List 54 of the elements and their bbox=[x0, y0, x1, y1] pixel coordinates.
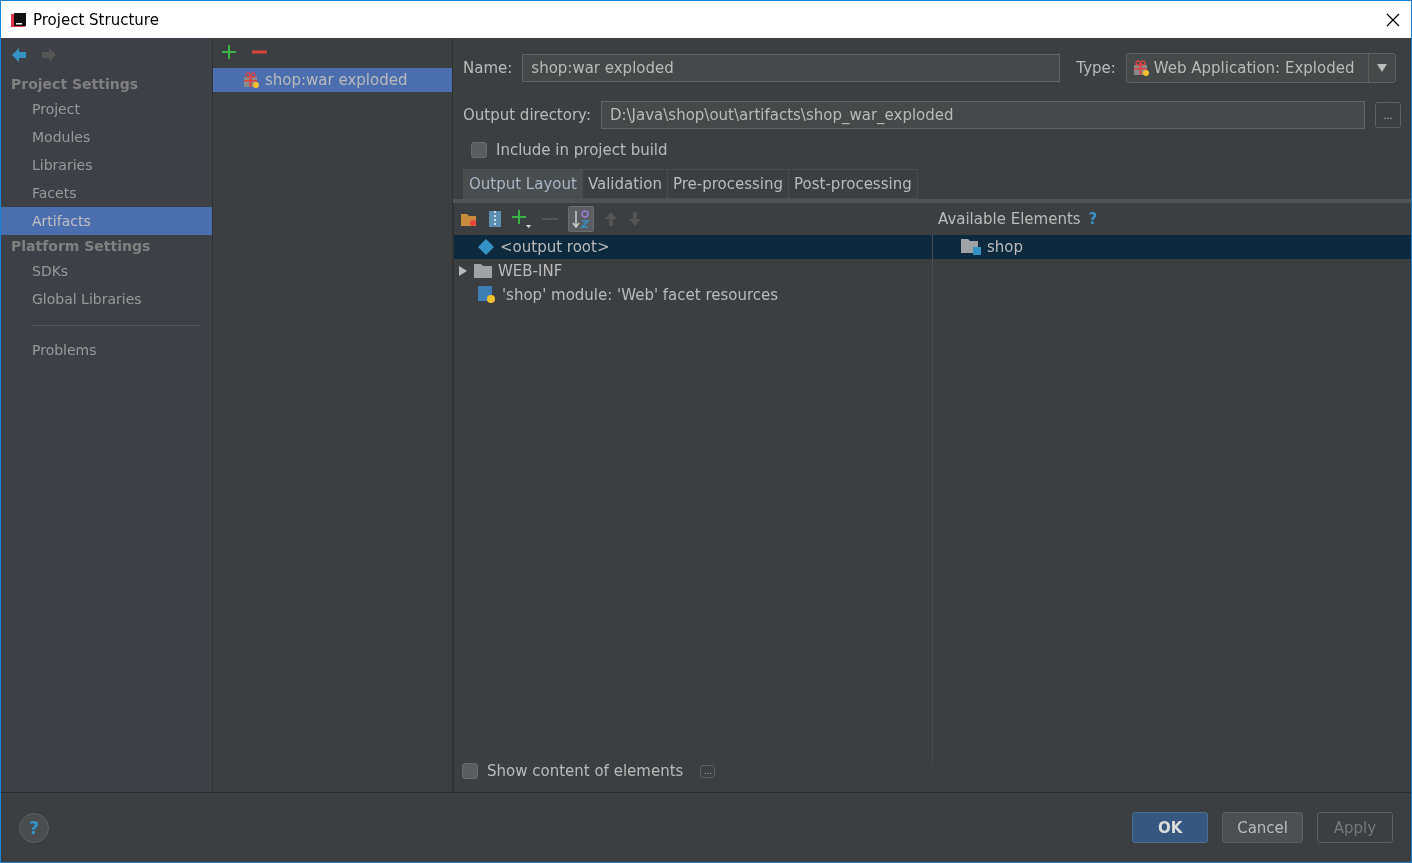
gift-icon bbox=[243, 72, 259, 88]
checkbox[interactable] bbox=[471, 142, 487, 158]
back-arrow-icon[interactable] bbox=[11, 47, 27, 63]
window-title: Project Structure bbox=[33, 10, 159, 29]
gift-icon bbox=[1132, 60, 1149, 76]
sidebar-item[interactable]: Libraries bbox=[1, 151, 212, 179]
sort-toggle[interactable] bbox=[568, 206, 594, 232]
section-header: Project Settings bbox=[10, 75, 140, 94]
sort-alphabetically-icon bbox=[572, 209, 590, 229]
module-icon bbox=[478, 286, 496, 304]
tree-node[interactable]: WEB-INF bbox=[454, 259, 932, 283]
browse-button[interactable]: ... bbox=[1375, 102, 1401, 128]
expand-arrow-icon[interactable] bbox=[458, 266, 468, 276]
folder-icon[interactable] bbox=[460, 211, 478, 227]
help-link[interactable]: ? bbox=[1088, 210, 1098, 228]
dropdown-arrow-icon bbox=[1376, 64, 1387, 72]
tab[interactable]: Post-processing bbox=[788, 169, 918, 199]
folder-icon bbox=[961, 239, 981, 255]
app-logo-icon bbox=[11, 11, 27, 28]
checkbox-label: Include in project build bbox=[496, 141, 668, 159]
tab[interactable]: Output Layout bbox=[463, 169, 582, 199]
archive-icon[interactable] bbox=[488, 210, 502, 228]
type-dropdown[interactable]: Web Application: Exploded bbox=[1125, 53, 1396, 83]
tab[interactable]: Pre-processing bbox=[666, 169, 789, 199]
section-header: Platform Settings bbox=[10, 237, 152, 256]
close-icon[interactable] bbox=[1385, 11, 1401, 28]
folder-icon bbox=[474, 264, 492, 278]
tree-node[interactable]: shop bbox=[933, 235, 1411, 259]
sidebar-item[interactable]: Modules bbox=[1, 123, 212, 151]
checkbox-label: Show content of elements bbox=[487, 762, 684, 780]
available-elements-title: Available Elements bbox=[938, 210, 1081, 228]
tree-node[interactable]: <output root> bbox=[454, 235, 932, 259]
tree-node[interactable]: 'shop' module: 'Web' facet resources bbox=[454, 283, 932, 307]
sidebar-item[interactable]: Facets bbox=[1, 179, 212, 207]
add-icon[interactable] bbox=[221, 44, 237, 60]
sidebar-item[interactable]: Artifacts bbox=[1, 207, 212, 235]
dialog-button[interactable]: OK bbox=[1132, 812, 1209, 843]
checkbox[interactable] bbox=[462, 763, 478, 779]
dialog-button[interactable]: Cancel bbox=[1222, 812, 1303, 843]
output-directory-label: Output directory: bbox=[463, 106, 591, 124]
name-field[interactable]: shop:war exploded bbox=[522, 54, 1061, 82]
add-dropdown-icon[interactable] bbox=[512, 209, 532, 229]
sidebar-item[interactable]: Global Libraries bbox=[1, 285, 212, 313]
output-directory-field[interactable]: D:\Java\shop\out\artifacts\shop_war_exploded bbox=[600, 101, 1365, 129]
help-button[interactable]: ? bbox=[19, 812, 49, 843]
type-label: Type: bbox=[1076, 59, 1116, 77]
artifact-item[interactable]: shop:war exploded bbox=[213, 68, 452, 92]
sidebar-item[interactable]: SDKs bbox=[1, 257, 212, 285]
sidebar-item[interactable]: Problems bbox=[1, 336, 212, 364]
sidebar-item[interactable]: Project bbox=[1, 95, 212, 123]
name-label: Name: bbox=[463, 59, 513, 77]
tab[interactable]: Validation bbox=[581, 169, 667, 199]
more-button[interactable]: ... bbox=[700, 764, 716, 778]
diamond-icon bbox=[478, 239, 494, 255]
